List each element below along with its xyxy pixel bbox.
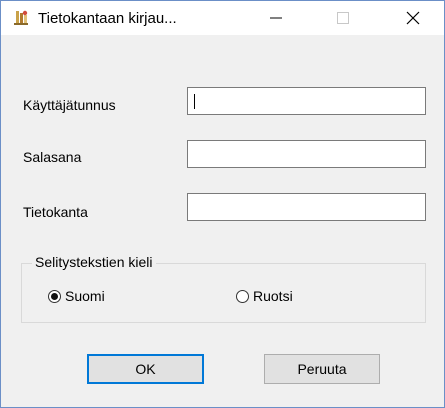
maximize-icon	[337, 12, 349, 24]
radio-suomi[interactable]: Suomi	[48, 288, 105, 304]
text-caret	[194, 94, 195, 109]
database-app-icon	[12, 9, 30, 27]
cancel-button[interactable]: Peruuta	[264, 354, 380, 384]
window-title: Tietokantaan kirjau...	[38, 10, 177, 27]
close-button[interactable]	[390, 1, 436, 35]
language-group-label: Selitystekstien kieli	[32, 254, 156, 270]
ok-button[interactable]: OK	[87, 354, 204, 384]
close-icon	[406, 11, 420, 25]
database-field[interactable]	[187, 193, 426, 221]
password-label: Salasana	[23, 149, 82, 165]
radio-ruotsi[interactable]: Ruotsi	[236, 288, 293, 304]
radio-ruotsi-indicator[interactable]	[236, 289, 249, 303]
radio-selected-dot	[51, 292, 58, 300]
radio-suomi-indicator[interactable]	[48, 289, 61, 303]
database-label: Tietokanta	[23, 204, 88, 220]
password-field[interactable]	[187, 140, 426, 168]
username-label: Käyttäjätunnus	[23, 97, 116, 113]
username-field[interactable]	[187, 87, 426, 115]
maximize-button[interactable]	[320, 1, 366, 35]
radio-ruotsi-label: Ruotsi	[253, 288, 293, 304]
minimize-button[interactable]	[253, 1, 299, 35]
title-bar[interactable]: Tietokantaan kirjau...	[1, 1, 444, 35]
minimize-icon	[270, 17, 282, 19]
radio-suomi-label: Suomi	[65, 288, 105, 304]
login-dialog: Tietokantaan kirjau... Käyttäjätunnus Sa…	[0, 0, 445, 408]
